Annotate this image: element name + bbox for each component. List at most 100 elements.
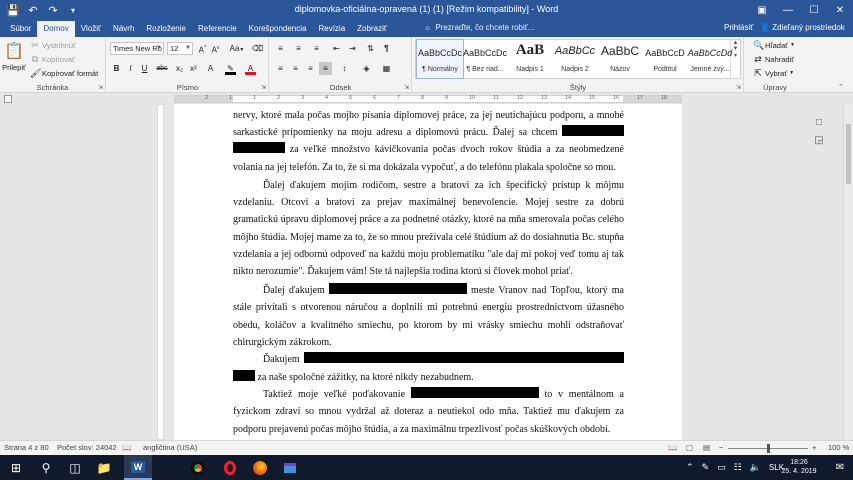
grow-font-button[interactable]: A^ — [196, 42, 209, 55]
scrollbar-thumb[interactable] — [846, 124, 851, 184]
decrease-indent-icon[interactable]: ⇤ — [330, 42, 343, 55]
volume-icon[interactable]: 🔈 — [750, 462, 761, 473]
show-marks-icon[interactable]: ¶ — [380, 42, 393, 55]
style-name: Nadpis 2 — [561, 66, 589, 73]
font-color-button[interactable]: A — [244, 62, 257, 75]
tell-me-box[interactable]: ☼ Prezraďte, čo chcete robiť... — [424, 23, 534, 32]
find-button[interactable]: 🔍 Hľadať ▼ — [753, 40, 795, 50]
italic-button[interactable]: I — [124, 62, 137, 75]
tab-1[interactable]: Domov — [37, 21, 75, 37]
search-icon[interactable]: ⚲ — [32, 455, 60, 480]
tab-0[interactable]: Súbor — [4, 21, 37, 37]
language[interactable]: angličtina (USA) — [143, 443, 197, 452]
select-button[interactable]: ⇱ Vybrať ▼ — [753, 68, 794, 78]
style-item[interactable]: AaBbC Názov — [597, 40, 643, 78]
zoom-in-icon[interactable]: + — [812, 443, 816, 452]
dialog-launcher-icon[interactable]: ⇲ — [736, 84, 741, 91]
pen-icon[interactable]: ✎ — [702, 462, 710, 473]
store-icon[interactable] — [276, 455, 304, 480]
numbering-icon[interactable]: ≡ — [292, 42, 305, 55]
web-layout-icon[interactable]: ▤ — [703, 443, 710, 452]
line-spacing-icon[interactable]: ↕ — [338, 62, 351, 75]
cut-button[interactable]: ✂ Vystrihnúť — [30, 40, 76, 50]
zoom-level[interactable]: 100 % — [828, 443, 849, 452]
align-left-icon[interactable]: ≡ — [274, 62, 287, 75]
font-size-combo[interactable]: 12 ▼ — [167, 42, 193, 55]
tab-selector[interactable] — [4, 95, 12, 103]
file-explorer-icon[interactable]: 📁 — [90, 455, 118, 480]
minimize-icon[interactable]: — — [775, 0, 801, 21]
zoom-slider-knob[interactable] — [767, 444, 770, 453]
font-name-combo[interactable]: Times New Ro ▼ — [110, 42, 164, 55]
style-item[interactable]: AaBbCcD Podtitul — [642, 40, 688, 78]
zoom-out-icon[interactable]: − — [719, 443, 723, 452]
dialog-launcher-icon[interactable]: ⇲ — [98, 84, 103, 91]
tab-8[interactable]: Zobraziť — [351, 21, 393, 37]
align-center-icon[interactable]: ≡ — [289, 62, 302, 75]
notifications-icon[interactable]: ✉ — [829, 455, 851, 480]
highlight-button[interactable]: ✎ — [224, 62, 237, 75]
opera-icon[interactable] — [216, 455, 244, 480]
tab-3[interactable]: Návrh — [107, 21, 140, 37]
maximize-icon[interactable]: ☐ — [801, 0, 827, 21]
document-line: fyzickom zdraví so mnou vydržal až doter… — [233, 404, 624, 420]
tab-6[interactable]: Korešpondencia — [243, 21, 313, 37]
style-item[interactable]: AaBbCcDc ¶ Normálny — [416, 39, 464, 79]
chrome-icon[interactable] — [184, 455, 212, 480]
paste-button[interactable]: 📋 Prilepiť — [2, 41, 26, 72]
replace-button[interactable]: ⇄ Nahradiť — [753, 54, 794, 64]
page-count[interactable]: Strana 4 z 80 — [4, 443, 49, 452]
justify-icon[interactable]: ≡ — [319, 62, 332, 75]
paste-options-icon[interactable]: ◲ — [813, 135, 825, 147]
clock[interactable]: 18:26 25. 4. 2019 — [776, 458, 822, 476]
text-effects-icon[interactable]: A — [204, 62, 217, 75]
print-layout-icon[interactable]: ▢ — [686, 443, 693, 452]
multilevel-list-icon[interactable]: ≡ — [310, 42, 323, 55]
bullets-icon[interactable]: ≡ — [274, 42, 287, 55]
word-icon[interactable]: W — [124, 455, 152, 480]
subscript-button[interactable]: x₂ — [173, 62, 186, 75]
tab-2[interactable]: Vložiť — [75, 21, 107, 37]
dialog-launcher-icon[interactable]: ⇲ — [261, 84, 266, 91]
comment-icon[interactable]: □ — [813, 117, 825, 129]
word-count[interactable]: Počet slov: 24042 — [57, 443, 117, 452]
style-item[interactable]: AaBbCcDc ¶ Bez riad... — [462, 40, 508, 78]
line-text: Ďalej ďakujem mojim rodičom, sestre a br… — [263, 180, 624, 191]
clear-formatting-icon[interactable]: ⌫ — [251, 42, 264, 55]
bold-button[interactable]: B — [110, 62, 123, 75]
windows-start-icon[interactable]: ⊞ — [2, 455, 30, 480]
share-button[interactable]: 👤 Zdieľaný prostriedok — [760, 23, 845, 32]
battery-icon[interactable]: ▭ — [717, 462, 726, 473]
style-item[interactable]: AaB Nadpis 1 — [507, 40, 553, 78]
dialog-launcher-icon[interactable]: ⇲ — [404, 84, 409, 91]
underline-button[interactable]: U — [138, 62, 151, 75]
tab-7[interactable]: Revízia — [312, 21, 351, 37]
signin-link[interactable]: Prihlásiť — [724, 23, 753, 32]
read-mode-icon[interactable]: 📖 — [668, 443, 677, 452]
chevron-up-icon[interactable]: ⌃ — [686, 462, 694, 473]
sort-icon[interactable]: ⇅ — [364, 42, 377, 55]
close-icon[interactable]: ✕ — [827, 0, 853, 21]
format-painter-button[interactable]: 🖌 Kopírovať formát — [30, 68, 98, 78]
horizontal-ruler[interactable]: 2 1 1 2 3 4 5 6 7 8 9 10 11 12 13 14 15 16 17 18 — [174, 95, 682, 103]
vertical-scrollbar[interactable] — [843, 104, 853, 440]
firefox-icon[interactable] — [246, 455, 274, 480]
collapse-ribbon-icon[interactable]: ⌃ — [838, 83, 844, 91]
proofing-icon[interactable]: 📖 — [122, 443, 131, 452]
restore-ribbon-icon[interactable]: ▣ — [749, 0, 775, 21]
task-view-icon[interactable]: ◫ — [61, 455, 89, 480]
align-right-icon[interactable]: ≡ — [304, 62, 317, 75]
style-item[interactable]: AaBbCcDd Jemné zvý... — [687, 40, 733, 78]
shrink-font-button[interactable]: Av — [209, 42, 222, 55]
copy-button[interactable]: ⧉ Kopírovať — [30, 54, 75, 64]
style-item[interactable]: AaBbCc Nadpis 2 — [552, 40, 598, 78]
tab-5[interactable]: Referencie — [192, 21, 243, 37]
increase-indent-icon[interactable]: ⇥ — [346, 42, 359, 55]
superscript-button[interactable]: x² — [187, 62, 200, 75]
wifi-icon[interactable]: ☷ — [734, 462, 742, 473]
strikethrough-button[interactable]: abc — [153, 62, 171, 75]
change-case-button[interactable]: Aa▼ — [227, 42, 247, 55]
shading-icon[interactable]: ◈ — [360, 62, 373, 75]
tab-4[interactable]: Rozloženie — [140, 21, 192, 37]
borders-icon[interactable]: ▦ — [380, 62, 393, 75]
